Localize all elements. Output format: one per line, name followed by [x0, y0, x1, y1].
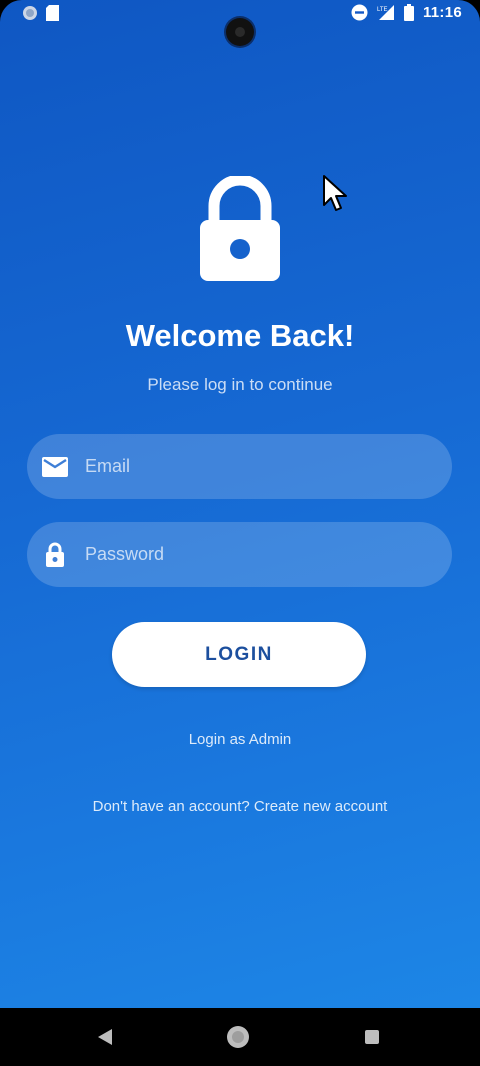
- system-navigation-bar: [0, 1008, 480, 1066]
- email-field[interactable]: [27, 434, 452, 499]
- password-field[interactable]: [27, 522, 452, 587]
- do-not-disturb-icon: [351, 4, 368, 21]
- lock-icon: [200, 176, 280, 281]
- status-right-icons: LTE 11:16: [351, 4, 462, 21]
- app-screen: LTE 11:16 Welcome Back! Please log in to…: [0, 0, 480, 1008]
- mouse-pointer-icon: [323, 175, 347, 211]
- lock-icon: [41, 541, 69, 569]
- signal-icon: LTE: [377, 5, 394, 20]
- back-icon[interactable]: [97, 1028, 113, 1046]
- sim-card-icon: [46, 5, 59, 21]
- clock: 11:16: [422, 4, 462, 21]
- svg-text:LTE: LTE: [377, 7, 388, 13]
- front-camera: [226, 18, 254, 46]
- status-bar: LTE 11:16: [0, 0, 480, 46]
- status-left-icons: [22, 5, 59, 21]
- login-subtitle: Please log in to continue: [147, 375, 333, 394]
- mail-icon: [41, 453, 69, 481]
- sync-status-icon: [23, 6, 37, 20]
- email-input[interactable]: [83, 445, 452, 488]
- create-account-link[interactable]: Don't have an account? Create new accoun…: [0, 798, 480, 815]
- password-input[interactable]: [83, 533, 452, 576]
- battery-icon: [403, 4, 414, 21]
- home-icon[interactable]: [227, 1026, 249, 1048]
- login-button[interactable]: LOGIN: [112, 622, 366, 687]
- welcome-title: Welcome Back!: [125, 318, 355, 353]
- recent-apps-icon[interactable]: [365, 1030, 379, 1044]
- phone-frame: LTE 11:16 Welcome Back! Please log in to…: [0, 0, 480, 1066]
- admin-login-link[interactable]: Login as Admin: [0, 731, 480, 748]
